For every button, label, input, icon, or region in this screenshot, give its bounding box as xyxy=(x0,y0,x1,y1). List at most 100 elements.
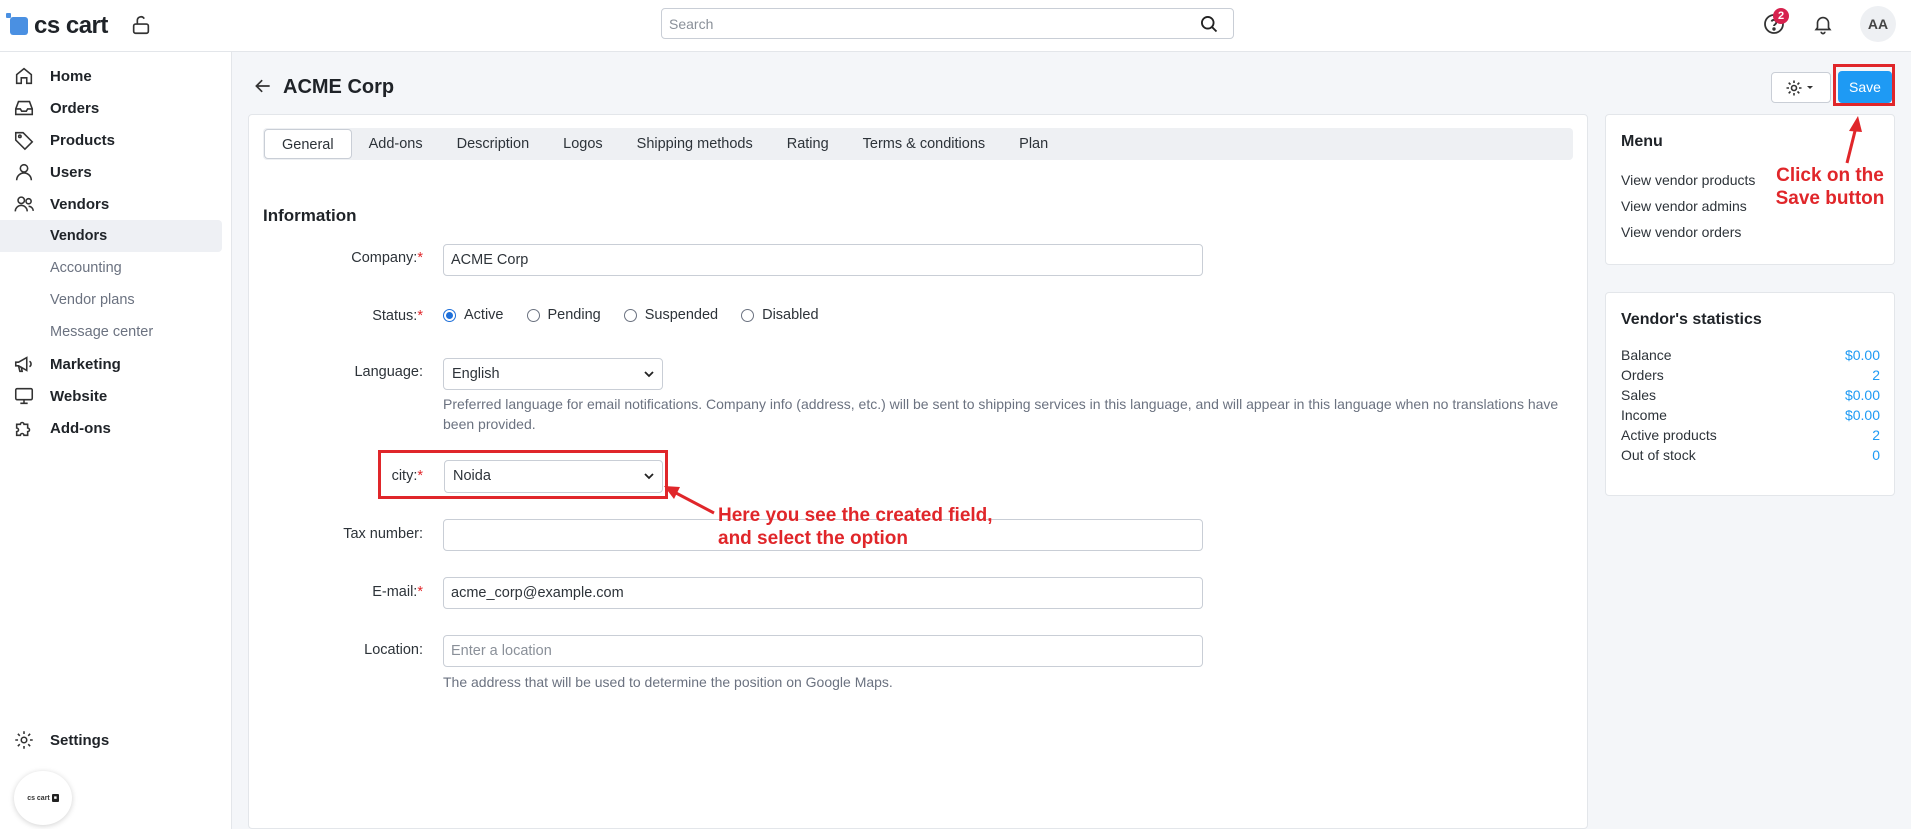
city-highlight-box xyxy=(378,450,668,499)
sidebar-subitem-vendor-plans[interactable]: Vendor plans xyxy=(0,284,222,316)
status-radio-suspended[interactable]: Suspended xyxy=(623,307,718,323)
search-input[interactable] xyxy=(662,9,1182,38)
status-radio-disabled[interactable]: Disabled xyxy=(741,307,819,323)
stat-value[interactable]: $0.00 xyxy=(1845,407,1880,423)
sidebar-item-website[interactable]: Website xyxy=(0,380,222,412)
avatar[interactable]: AA xyxy=(1860,6,1896,42)
sidebar-subitem-label: Vendor plans xyxy=(50,292,135,308)
radio-button[interactable] xyxy=(443,308,456,322)
radio-label: Disabled xyxy=(762,307,819,323)
tab-shipping-methods[interactable]: Shipping methods xyxy=(620,129,770,159)
settings-dropdown-button[interactable] xyxy=(1771,72,1831,103)
sidebar-item-products[interactable]: Products xyxy=(0,124,222,156)
stat-row-sales: Sales $0.00 xyxy=(1621,387,1880,403)
menu-card-title: Menu xyxy=(1621,133,1663,150)
section-title: Information xyxy=(263,206,357,225)
stat-row-income: Income $0.00 xyxy=(1621,407,1880,423)
stat-value[interactable]: $0.00 xyxy=(1845,387,1880,403)
sidebar-item-marketing[interactable]: Marketing xyxy=(0,348,222,380)
radio-button[interactable] xyxy=(623,308,637,322)
view-vendor-orders-link[interactable]: View vendor orders xyxy=(1621,224,1741,240)
language-select-value: English xyxy=(452,366,500,382)
location-label: Location: xyxy=(364,642,423,658)
status-label: Status:* xyxy=(223,308,423,324)
stat-label: Income xyxy=(1621,407,1667,423)
required-marker: * xyxy=(417,250,423,266)
sidebar-subitem-message-center[interactable]: Message center xyxy=(0,316,222,348)
top-bar: cs cart 2 AA xyxy=(0,0,1911,52)
stat-value[interactable]: $0.00 xyxy=(1845,347,1880,363)
stat-value[interactable]: 0 xyxy=(1872,447,1880,463)
save-annotation-line2: Save button xyxy=(1775,188,1885,209)
search-box[interactable] xyxy=(661,8,1234,39)
sidebar-item-label: Settings xyxy=(50,731,110,749)
language-select[interactable]: English xyxy=(443,358,663,390)
view-vendor-products-link[interactable]: View vendor products xyxy=(1621,172,1755,188)
stat-label: Out of stock xyxy=(1621,447,1696,463)
status-radio-pending[interactable]: Pending xyxy=(526,307,601,323)
required-marker: * xyxy=(417,584,423,600)
sidebar-subitem-vendors[interactable]: Vendors xyxy=(0,220,222,252)
stat-value[interactable]: 2 xyxy=(1872,427,1880,443)
inbox-icon xyxy=(14,100,34,116)
monitor-icon xyxy=(14,387,34,405)
sidebar-item-add-ons[interactable]: Add-ons xyxy=(0,412,222,444)
company-input[interactable] xyxy=(443,244,1203,276)
save-annotation-line1: Click on the xyxy=(1776,165,1884,186)
status-radio-active[interactable]: Active xyxy=(443,307,504,323)
cs-cart-badge[interactable]: cs cart ■ xyxy=(14,771,72,825)
unlock-icon[interactable] xyxy=(130,13,152,37)
location-input[interactable] xyxy=(443,635,1203,667)
sidebar-item-label: Marketing xyxy=(50,355,121,373)
vendor-statistics-card: Vendor's statistics Balance $0.00 Orders 2… xyxy=(1605,292,1895,496)
radio-label: Pending xyxy=(547,307,601,323)
logo[interactable]: cs cart xyxy=(6,12,108,40)
notification-badge: 2 xyxy=(1773,8,1789,24)
user-icon xyxy=(15,163,33,181)
radio-button[interactable] xyxy=(526,308,540,322)
sidebar-item-label: Add-ons xyxy=(50,419,111,437)
search-icon[interactable] xyxy=(1199,14,1219,34)
field-annotation: Here you see the created field, and sele… xyxy=(718,504,993,550)
tab-general[interactable]: General xyxy=(264,129,352,159)
gear-icon xyxy=(1786,80,1813,96)
tab-description[interactable]: Description xyxy=(440,129,547,159)
tab-plan[interactable]: Plan xyxy=(1002,129,1065,159)
tag-icon xyxy=(14,131,34,151)
field-annotation-line1: Here you see the created field, xyxy=(718,505,993,526)
sidebar-item-vendors[interactable]: Vendors xyxy=(0,188,222,220)
back-arrow-icon[interactable] xyxy=(253,76,273,96)
radio-label: Active xyxy=(464,307,504,323)
stats-card-title: Vendor's statistics xyxy=(1621,311,1762,328)
sidebar-item-settings[interactable]: Settings xyxy=(0,724,222,756)
stat-row-out-of-stock: Out of stock 0 xyxy=(1621,447,1880,463)
stat-row-balance: Balance $0.00 xyxy=(1621,347,1880,363)
sidebar-item-label: Website xyxy=(50,387,108,405)
page-title: ACME Corp xyxy=(283,76,395,98)
field-annotation-line2: and select the option xyxy=(718,528,909,549)
radio-button[interactable] xyxy=(741,308,755,322)
email-input[interactable] xyxy=(443,577,1203,609)
tab-logos[interactable]: Logos xyxy=(546,129,620,159)
stat-row-active-products: Active products 2 xyxy=(1621,427,1880,443)
stat-label: Sales xyxy=(1621,387,1657,403)
logo-text: cs cart xyxy=(34,12,108,39)
chevron-down-icon xyxy=(644,371,654,378)
tab-rating[interactable]: Rating xyxy=(770,129,846,159)
sidebar-subitem-label: Accounting xyxy=(50,260,122,276)
sidebar-item-users[interactable]: Users xyxy=(0,156,222,188)
sidebar-item-home[interactable]: Home xyxy=(0,60,222,92)
stat-row-orders: Orders 2 xyxy=(1621,367,1880,383)
stat-value[interactable]: 2 xyxy=(1872,367,1880,383)
cs-cart-badge-tag: ■ xyxy=(51,794,59,802)
view-vendor-admins-link[interactable]: View vendor admins xyxy=(1621,198,1747,214)
sidebar-item-label: Vendors xyxy=(50,195,110,213)
location-hint: The address that will be used to determi… xyxy=(443,674,893,690)
cs-cart-badge-text: cs cart xyxy=(27,794,50,802)
bell-icon[interactable] xyxy=(1812,12,1834,36)
sidebar-item-orders[interactable]: Orders xyxy=(0,92,222,124)
sidebar-subitem-accounting[interactable]: Accounting xyxy=(0,252,222,284)
company-label-text: Company: xyxy=(351,250,418,266)
tab-terms-conditions[interactable]: Terms & conditions xyxy=(846,129,1003,159)
tab-add-ons[interactable]: Add-ons xyxy=(352,129,440,159)
